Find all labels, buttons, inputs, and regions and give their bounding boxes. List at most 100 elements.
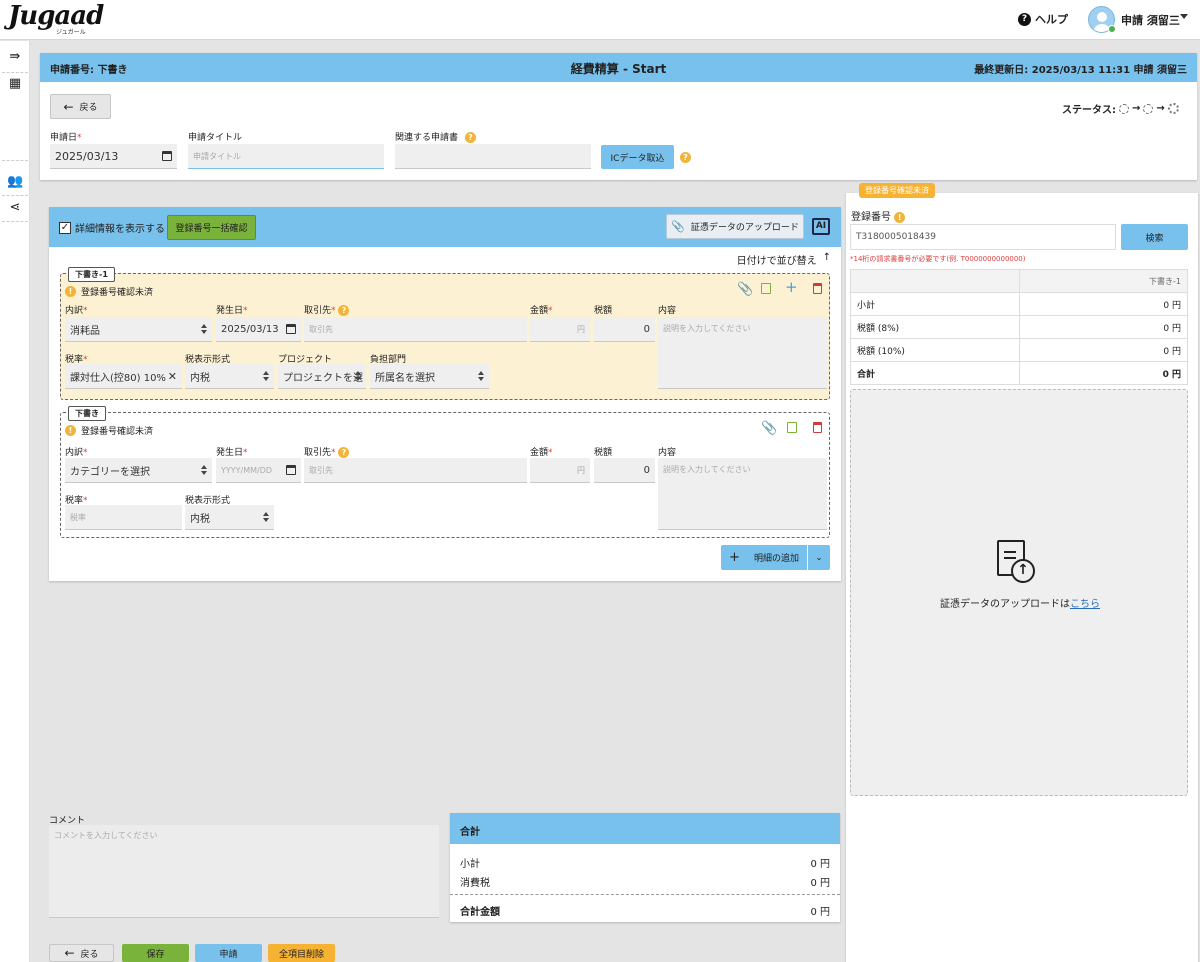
registration-input[interactable]: T3180005018439	[850, 224, 1116, 250]
ai-icon[interactable]: AI	[812, 218, 830, 235]
item-tag: 下書き-1	[68, 267, 115, 282]
details-card: ✓ 詳細情報を表示する 登録番号一括確認 📎 証憑データのアップロード AI 日付…	[49, 207, 841, 581]
tax-rate-select[interactable]: 課対仕入(控80) 10% ✕	[65, 364, 182, 389]
sort-by-date[interactable]: 日付けで並び替え ↑	[737, 252, 831, 267]
amount-label: 金額*	[530, 306, 553, 316]
title-input[interactable]: 申請タイトル	[188, 144, 384, 169]
category-select[interactable]: 消耗品	[65, 317, 212, 342]
paperclip-icon[interactable]: 📎	[761, 421, 777, 436]
add-item-button[interactable]: + 明細の追加	[721, 545, 807, 570]
details-bar: ✓ 詳細情報を表示する 登録番号一括確認 📎 証憑データのアップロード AI	[49, 207, 841, 247]
tax-input[interactable]: 0	[594, 317, 655, 342]
item-tag: 下書き	[68, 406, 106, 421]
table-row: 税額 (8%) 0 円	[850, 315, 1188, 339]
upload-text: 証憑データのアップロードはこちら	[940, 599, 1100, 610]
warning-icon: !	[894, 212, 906, 223]
status-step-icon	[1119, 103, 1129, 114]
comment-textarea[interactable]: コメントを入力してください	[49, 825, 439, 918]
help-icon[interactable]: ?	[338, 305, 350, 316]
help-icon[interactable]: ?	[680, 152, 691, 163]
item-warning: ! 登録番号確認未済	[65, 424, 153, 437]
warning-icon: !	[65, 425, 76, 436]
category-label: 内訳*	[65, 448, 88, 458]
item-draft-2: 下書き ! 登録番号確認未済 📎 内訳* カテゴリーを選択 発生日* YYYY/M…	[60, 406, 830, 538]
chevron-down-icon: ⌄	[815, 552, 823, 563]
gear-icon	[1167, 103, 1179, 114]
delete-icon[interactable]	[813, 422, 822, 433]
amount-input[interactable]: 円	[530, 317, 590, 342]
date-input[interactable]: YYYY/MM/DD	[216, 458, 301, 483]
date-input[interactable]: 2025/03/13	[50, 144, 177, 169]
footer-back-button[interactable]: ← 戻る	[49, 944, 114, 962]
date-input[interactable]: 2025/03/13	[216, 317, 301, 342]
add-icon[interactable]: +	[785, 278, 798, 296]
save-button[interactable]: 保存	[122, 944, 189, 962]
calendar-icon[interactable]	[162, 151, 172, 161]
totals-header: 合計	[450, 813, 840, 844]
subtotal-label: 小計	[460, 859, 480, 870]
share-icon[interactable]: ⋖	[7, 200, 23, 216]
tax-input[interactable]: 0	[594, 458, 655, 483]
column-header: 下書き-1	[1019, 269, 1188, 293]
user-name[interactable]: 申請 須留三	[1121, 12, 1180, 28]
tax-rate-input[interactable]: 税率	[65, 505, 182, 530]
content-textarea[interactable]: 説明を入力してください	[658, 458, 827, 530]
category-label: 内訳*	[65, 306, 88, 316]
online-status-icon	[1108, 25, 1116, 33]
consumption-tax-label: 消費税	[460, 878, 490, 889]
amount-input[interactable]: 円	[530, 458, 590, 483]
date-label: 申請日*	[50, 133, 82, 143]
help-icon[interactable]: ?	[338, 447, 350, 458]
title-label: 申請タイトル	[188, 133, 243, 143]
add-item-dropdown[interactable]: ⌄	[808, 545, 830, 570]
vendor-input[interactable]: 取引先	[304, 317, 527, 342]
upload-dropzone[interactable]: ↑ 証憑データのアップロードはこちら	[850, 389, 1188, 796]
date-label: 発生日*	[216, 306, 248, 316]
help-link[interactable]: ? ヘルプ	[1018, 11, 1068, 27]
close-icon[interactable]: ✕	[168, 370, 177, 383]
apply-button[interactable]: 申請	[195, 944, 262, 962]
document-upload-icon: ↑	[997, 540, 1035, 583]
vendor-label: 取引先* ?	[304, 303, 350, 316]
delete-all-button[interactable]: 全項目削除	[268, 944, 335, 962]
user-menu-caret-icon[interactable]	[1180, 14, 1188, 19]
department-select[interactable]: 所属名を選択	[370, 364, 489, 389]
vendor-input[interactable]: 取引先	[304, 458, 527, 483]
plus-icon: +	[729, 550, 740, 565]
item-draft-1: 下書き-1 ! 登録番号確認未済 📎 + 内訳* 消耗品 発生日* 2025/03…	[60, 267, 830, 400]
content-textarea[interactable]: 説明を入力してください	[658, 317, 827, 389]
table-row: 合計 0 円	[850, 361, 1188, 385]
copy-icon[interactable]	[787, 422, 797, 433]
menu-toggle-icon[interactable]: ⇛	[7, 49, 23, 65]
calendar-icon[interactable]	[286, 324, 296, 334]
users-icon[interactable]: 👥	[7, 174, 23, 190]
checkbox-checked-icon[interactable]: ✓	[59, 221, 71, 234]
show-details-checkbox[interactable]: ✓ 詳細情報を表示する	[59, 220, 165, 235]
upload-link[interactable]: こちら	[1070, 599, 1100, 610]
tax-format-select[interactable]: 内税	[185, 364, 274, 389]
ic-import-button[interactable]: ICデータ取込	[601, 145, 674, 169]
bulk-confirm-button[interactable]: 登録番号一括確認	[167, 215, 256, 240]
search-button[interactable]: 検索	[1121, 224, 1188, 250]
upload-evidence-button[interactable]: 📎 証憑データのアップロード	[666, 214, 804, 239]
logo-subtitle: ジュガール	[56, 29, 86, 36]
arrow-left-icon: ←	[63, 99, 74, 114]
copy-icon[interactable]	[761, 283, 771, 294]
item-warning: ! 登録番号確認未済	[65, 285, 153, 298]
building-icon[interactable]: ▦	[7, 76, 23, 92]
registration-label: 登録番号 !	[851, 208, 906, 223]
calendar-icon[interactable]	[286, 465, 296, 475]
registration-note: *14桁の請求書番号が必要です(例. T0000000000000)	[850, 255, 1026, 263]
grand-total-label: 合計金額	[460, 907, 500, 918]
paperclip-icon: 📎	[671, 220, 685, 233]
warning-icon: !	[65, 286, 76, 297]
delete-icon[interactable]	[813, 283, 822, 294]
right-panel: 登録番号確認未済 登録番号 ! T3180005018439 検索 *14桁の請…	[846, 183, 1198, 962]
back-button[interactable]: ← 戻る	[50, 94, 111, 119]
help-icon[interactable]: ?	[464, 132, 476, 143]
category-select[interactable]: カテゴリーを選択	[65, 458, 212, 483]
tax-format-select[interactable]: 内税	[185, 505, 274, 530]
related-input[interactable]	[395, 144, 591, 169]
project-select[interactable]: プロジェクトを選	[278, 364, 366, 389]
paperclip-icon[interactable]: 📎	[737, 282, 753, 297]
